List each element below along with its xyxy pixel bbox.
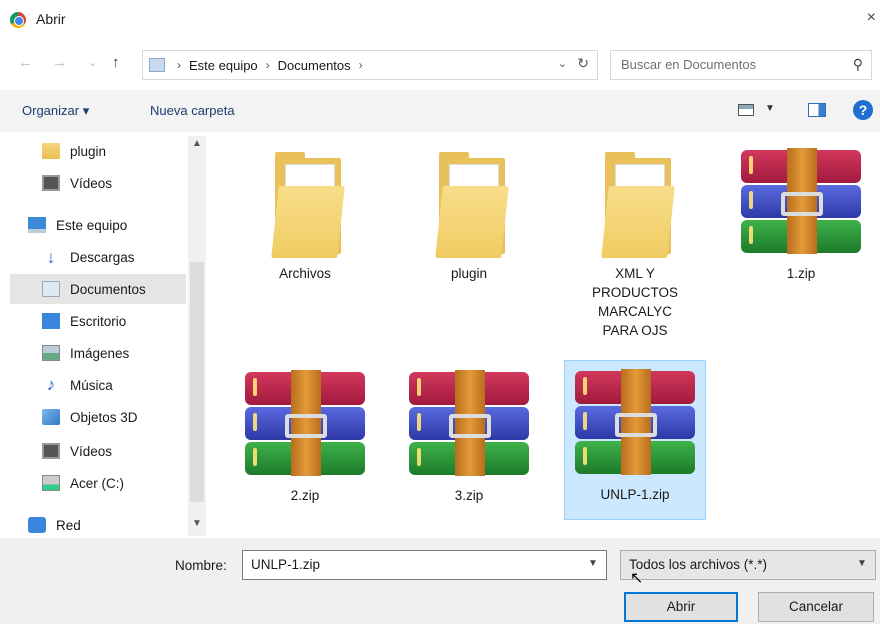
file-item-1-zip[interactable]: 1.zip <box>730 140 872 283</box>
address-dropdown-icon[interactable]: ⌄ <box>558 57 567 70</box>
file-item-unlp-1-zip[interactable]: UNLP-1.zip <box>564 360 706 520</box>
sidebar-item-label: Red <box>56 517 81 533</box>
sidebar-item-label: Descargas <box>70 249 135 265</box>
sidebar-scrollbar-thumb[interactable] <box>190 262 204 502</box>
sidebar-item-label: Este equipo <box>56 217 128 233</box>
file-item-2-zip[interactable]: 2.zip <box>234 362 376 505</box>
view-dropdown-icon[interactable]: ▼ <box>765 103 775 114</box>
organize-button[interactable]: Organizar ▾ <box>22 103 89 119</box>
file-list: Archivos plugin XML Y PRODUCTOS MARCALYC… <box>212 134 880 538</box>
search-input[interactable]: Buscar en Documentos ⚲ <box>610 50 872 80</box>
sidebar-item-red[interactable]: Red <box>28 510 186 540</box>
sidebar-item-label: Vídeos <box>70 175 113 191</box>
desktop-icon <box>42 313 60 329</box>
command-toolbar: Organizar ▾ Nueva carpeta ▼ ? <box>0 90 880 132</box>
winrar-archive-icon <box>573 369 697 479</box>
file-item-3-zip[interactable]: 3.zip <box>398 362 540 505</box>
sidebar-item-escritorio[interactable]: Escritorio <box>42 306 186 336</box>
sidebar-item-descargas[interactable]: ↓ Descargas <box>42 242 186 272</box>
sidebar-item-objetos-3d[interactable]: Objetos 3D <box>42 402 186 432</box>
mouse-cursor-icon: ↖ <box>630 570 644 587</box>
scroll-up-icon[interactable]: ▲ <box>192 138 202 149</box>
sidebar-item-acer-c[interactable]: Acer (C:) <box>42 468 186 498</box>
folder-icon <box>243 148 367 258</box>
breadcrumb-este-equipo[interactable]: Este equipo <box>189 58 258 73</box>
file-name: 1.zip <box>786 266 816 281</box>
forward-arrow-icon[interactable]: → <box>52 54 67 71</box>
download-icon: ↓ <box>46 247 56 267</box>
pictures-icon <box>42 345 60 361</box>
file-name: plugin <box>450 266 488 281</box>
breadcrumb-separator[interactable]: › <box>359 58 363 72</box>
file-name-label: Nombre: <box>175 558 227 573</box>
file-item-xml-productos[interactable]: XML Y PRODUCTOS MARCALYC PARA OJS <box>564 140 706 340</box>
winrar-archive-icon <box>739 148 863 258</box>
video-icon <box>42 443 60 459</box>
chrome-icon <box>10 12 26 28</box>
documents-folder-icon <box>149 58 165 72</box>
sidebar-item-label: Documentos <box>70 281 146 297</box>
breadcrumb-separator: › <box>177 58 181 72</box>
sidebar-item-label: Escritorio <box>70 313 127 329</box>
sidebar-item-label: Objetos 3D <box>70 409 138 425</box>
new-folder-button[interactable]: Nueva carpeta <box>150 103 235 118</box>
window-title: Abrir <box>36 11 66 27</box>
sidebar-item-label: plugin <box>70 143 107 159</box>
sidebar-item-videos-2[interactable]: Vídeos <box>42 436 186 466</box>
video-icon <box>42 175 60 191</box>
scroll-down-icon[interactable]: ▼ <box>192 518 202 529</box>
file-name: XML Y PRODUCTOS MARCALYC PARA OJS <box>591 266 678 338</box>
file-name-dropdown-icon[interactable]: ▼ <box>588 558 598 569</box>
documents-icon <box>42 281 60 297</box>
file-name: 2.zip <box>290 488 320 503</box>
sidebar-item-label: Vídeos <box>70 443 113 459</box>
folder-icon <box>573 148 697 258</box>
file-item-plugin[interactable]: plugin <box>398 140 540 283</box>
search-icon[interactable]: ⚲ <box>853 56 863 73</box>
file-name: UNLP-1.zip <box>600 487 670 502</box>
refresh-icon[interactable]: ↻ <box>577 55 589 72</box>
recent-locations-icon[interactable]: ⌄ <box>88 56 97 69</box>
address-bar[interactable]: › Este equipo › Documentos › ⌄ ↻ <box>142 50 598 80</box>
up-arrow-icon[interactable]: ↑ <box>112 54 120 71</box>
sidebar-item-label: Música <box>70 377 113 393</box>
folder-icon <box>42 143 60 159</box>
drive-icon <box>42 475 60 491</box>
sidebar-item-label: Acer (C:) <box>70 475 124 491</box>
winrar-archive-icon <box>407 370 531 480</box>
winrar-archive-icon <box>243 370 367 480</box>
close-icon[interactable]: × <box>867 9 876 27</box>
sidebar-item-plugin[interactable]: plugin <box>42 136 186 166</box>
folder-icon <box>407 148 531 258</box>
breadcrumb-documentos[interactable]: Documentos <box>278 58 351 73</box>
file-type-dropdown-icon[interactable]: ▼ <box>857 558 867 569</box>
3d-objects-icon <box>42 409 60 425</box>
sidebar-item-videos[interactable]: Vídeos <box>42 168 186 198</box>
help-icon[interactable]: ? <box>853 100 873 120</box>
file-name: Archivos <box>279 266 331 281</box>
dialog-footer: Nombre: UNLP-1.zip ▼ Todos los archivos … <box>0 538 880 624</box>
sidebar-item-label: Imágenes <box>70 345 130 361</box>
network-icon <box>28 517 46 533</box>
sidebar-item-este-equipo[interactable]: Este equipo <box>28 210 186 240</box>
back-arrow-icon[interactable]: ← <box>18 54 33 71</box>
search-placeholder: Buscar en Documentos <box>621 57 757 72</box>
file-type-select[interactable]: Todos los archivos (*.*) <box>620 550 876 580</box>
computer-icon <box>28 217 46 233</box>
sidebar-item-documentos[interactable]: Documentos <box>10 274 186 304</box>
breadcrumb-separator: › <box>265 58 270 72</box>
open-button[interactable]: Abrir <box>624 592 738 622</box>
address-row: ← → ⌄ ↑ › Este equipo › Documentos › ⌄ ↻… <box>0 46 880 86</box>
music-icon: ♪ <box>46 375 56 394</box>
cancel-button[interactable]: Cancelar <box>758 592 874 622</box>
file-name: 3.zip <box>454 488 484 503</box>
change-view-icon[interactable] <box>738 104 754 116</box>
file-name-input[interactable]: UNLP-1.zip <box>242 550 607 580</box>
title-bar: Abrir × <box>0 0 880 40</box>
sidebar-item-imagenes[interactable]: Imágenes <box>42 338 186 368</box>
preview-pane-icon[interactable] <box>808 103 826 117</box>
sidebar-item-musica[interactable]: ♪ Música <box>42 370 186 400</box>
file-item-archivos[interactable]: Archivos <box>234 140 376 283</box>
navigation-pane: plugin Vídeos Este equipo ↓ Descargas Do… <box>0 134 212 538</box>
